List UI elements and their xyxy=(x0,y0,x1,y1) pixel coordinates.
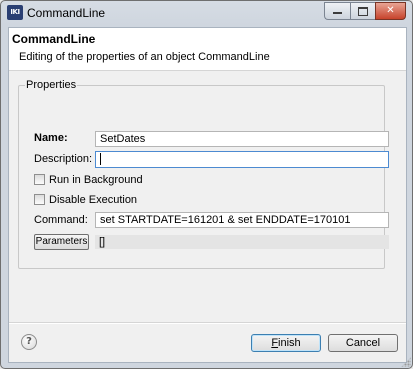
dialog-window: IKI CommandLine ✕ CommandLine Editing of… xyxy=(0,0,413,369)
footer-separator xyxy=(9,322,406,324)
disable-execution-checkbox[interactable]: Disable Execution xyxy=(34,194,137,206)
maximize-icon xyxy=(358,7,368,16)
properties-group-label: Properties xyxy=(25,79,78,91)
minimize-button[interactable] xyxy=(324,2,350,20)
dialog-header: CommandLine Editing of the properties of… xyxy=(9,28,406,71)
finish-label: inish xyxy=(278,337,301,349)
header-title: CommandLine xyxy=(12,32,96,46)
maximize-button[interactable] xyxy=(350,2,375,20)
header-description: Editing of the properties of an object C… xyxy=(19,51,270,63)
parameters-field: [] xyxy=(95,235,389,249)
help-icon[interactable]: ? xyxy=(21,334,37,350)
disable-execution-label: Disable Execution xyxy=(49,194,138,206)
parameters-button[interactable]: Parameters xyxy=(34,234,89,250)
text-caret xyxy=(100,153,101,165)
app-icon: IKI xyxy=(7,5,23,20)
run-in-background-box[interactable] xyxy=(34,174,45,185)
name-label: Name: xyxy=(34,132,68,144)
cancel-button[interactable]: Cancel xyxy=(328,334,398,352)
command-input[interactable]: set STARTDATE=161201 & set ENDDATE=17010… xyxy=(95,212,389,228)
disable-execution-box[interactable] xyxy=(34,194,45,205)
title-bar[interactable]: IKI CommandLine ✕ xyxy=(1,1,412,25)
minimize-icon xyxy=(333,12,342,14)
name-input[interactable]: SetDates xyxy=(95,131,389,147)
run-in-background-checkbox[interactable]: Run in Background xyxy=(34,174,143,186)
command-label: Command: xyxy=(34,214,88,226)
dialog-client-area: CommandLine Editing of the properties of… xyxy=(8,27,407,363)
description-label: Description: xyxy=(34,153,93,165)
finish-button[interactable]: Finish xyxy=(251,334,321,352)
description-input[interactable] xyxy=(95,151,389,168)
run-in-background-label: Run in Background xyxy=(49,174,143,186)
close-button[interactable]: ✕ xyxy=(375,2,406,20)
properties-group: Name: SetDates Description: Run in Backg… xyxy=(18,85,389,269)
window-title: CommandLine xyxy=(27,6,106,20)
close-icon: ✕ xyxy=(386,5,395,16)
